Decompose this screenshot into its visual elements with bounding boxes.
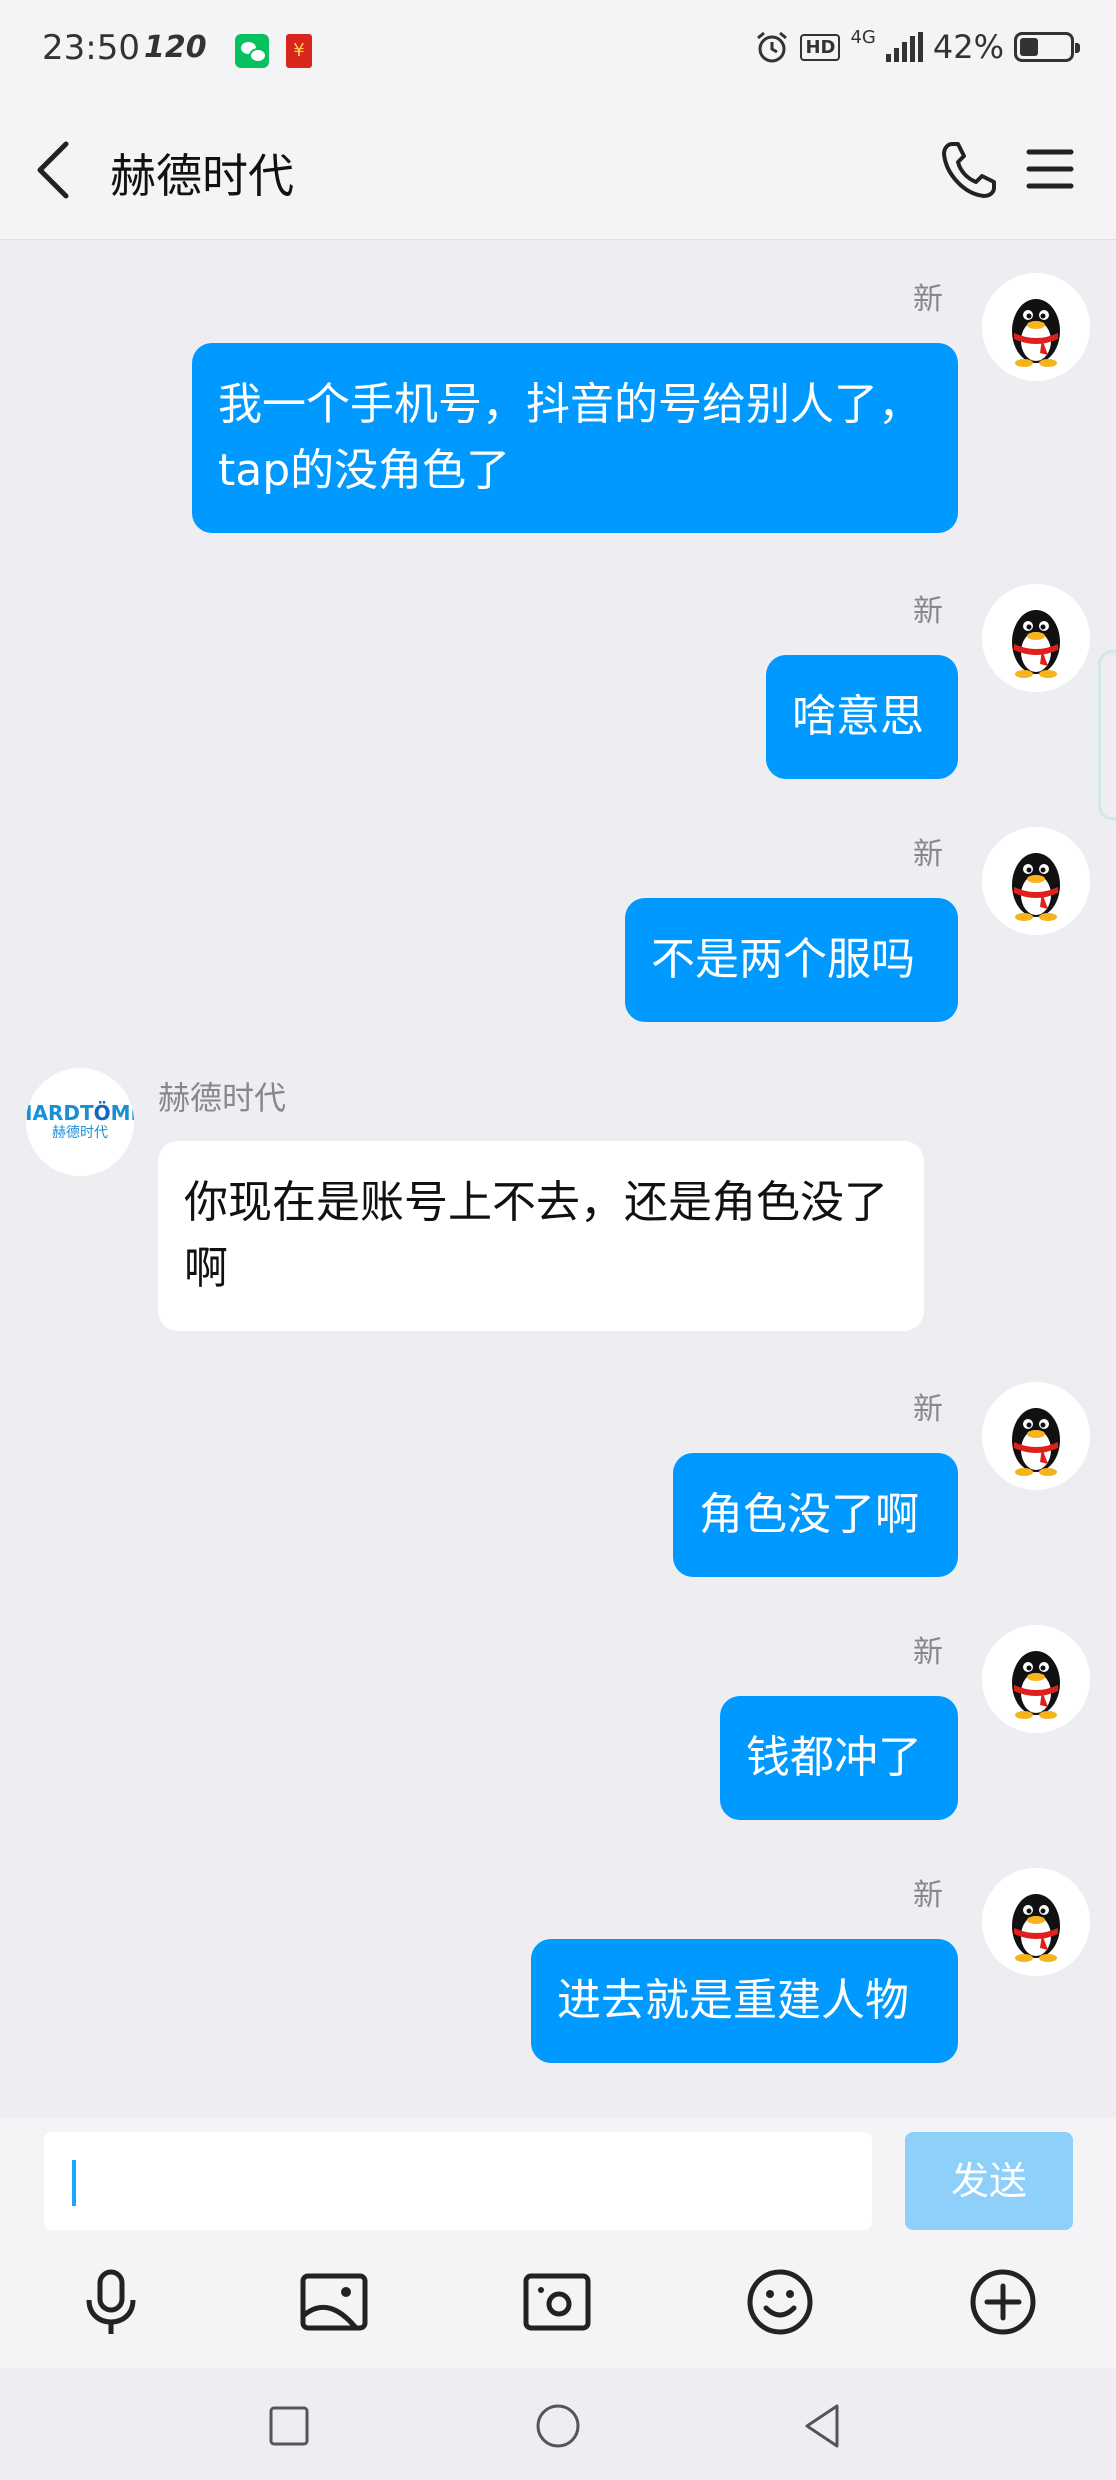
wechat-notification-icon (235, 34, 269, 68)
my-avatar[interactable] (982, 1625, 1090, 1733)
text-caret (72, 2160, 76, 2206)
penguin-avatar-icon (982, 827, 1090, 935)
new-tag: 新 (913, 1635, 943, 1670)
message-bubble-out[interactable]: 钱都冲了 (720, 1696, 958, 1820)
plus-icon[interactable] (967, 2266, 1039, 2338)
my-avatar[interactable] (982, 273, 1090, 381)
hardtime-logo-subtitle: 赫德时代 (52, 1125, 108, 1141)
message-bubble-out[interactable]: 进去就是重建人物 (531, 1939, 958, 2063)
battery-percent: 42% (932, 28, 1004, 66)
floating-side-handle[interactable] (1098, 650, 1116, 820)
penguin-avatar-icon (982, 1382, 1090, 1490)
message-composer: 发送 (0, 2118, 1116, 2368)
alarm-icon (757, 31, 788, 63)
sender-name: 赫德时代 (158, 1079, 287, 1117)
my-avatar[interactable] (982, 1868, 1090, 1976)
penguin-avatar-icon (982, 1625, 1090, 1733)
message-bubble-out[interactable]: 角色没了啊 (673, 1453, 958, 1577)
phone-call-icon[interactable] (938, 138, 998, 202)
new-tag: 新 (913, 282, 943, 317)
back-icon[interactable] (30, 138, 80, 202)
penguin-avatar-icon (982, 584, 1090, 692)
chat-title: 赫德时代 (110, 149, 294, 203)
camera-icon[interactable] (521, 2266, 593, 2338)
home-icon[interactable] (528, 2396, 588, 2456)
network-type: 4G (850, 26, 876, 48)
penguin-avatar-icon (982, 1868, 1090, 1976)
new-tag: 新 (913, 1392, 943, 1427)
chat-header: 赫德时代 (0, 100, 1116, 240)
status-time: 23:50 (42, 28, 140, 68)
new-tag: 新 (913, 1878, 943, 1913)
my-avatar[interactable] (982, 1382, 1090, 1490)
refresh-rate-indicator: 120 (144, 30, 207, 65)
contact-avatar[interactable]: HARDTÖME 赫德时代 (26, 1068, 134, 1176)
message-bubble-out[interactable]: 我一个手机号，抖音的号给别人了，tap的没角色了 (192, 343, 958, 533)
microphone-icon[interactable] (75, 2266, 147, 2338)
recents-icon[interactable] (259, 2396, 319, 2456)
new-tag: 新 (913, 594, 943, 629)
signal-icon (885, 32, 923, 62)
system-navigation-bar (0, 2368, 1116, 2480)
message-input[interactable] (44, 2132, 872, 2230)
my-avatar[interactable] (982, 584, 1090, 692)
emoji-icon[interactable] (744, 2266, 816, 2338)
battery-icon (1014, 32, 1080, 62)
image-icon[interactable] (298, 2266, 370, 2338)
message-bubble-in[interactable]: 你现在是账号上不去，还是角色没了啊 (158, 1141, 924, 1331)
message-bubble-out[interactable]: 不是两个服吗 (625, 898, 958, 1022)
status-icons: HD 4G 42% (754, 26, 1080, 66)
send-button[interactable]: 发送 (905, 2132, 1073, 2230)
red-packet-notification-icon: ¥ (286, 34, 312, 68)
my-avatar[interactable] (982, 827, 1090, 935)
status-bar: 23:50 120 ¥ HD 4G 42% (0, 0, 1116, 100)
hd-icon: HD (800, 33, 841, 61)
penguin-avatar-icon (982, 273, 1090, 381)
hardtime-logo: HARDTÖME (26, 1101, 134, 1125)
new-tag: 新 (913, 837, 943, 872)
back-nav-icon[interactable] (793, 2396, 853, 2456)
menu-icon[interactable] (1025, 144, 1075, 194)
message-bubble-out[interactable]: 啥意思 (766, 655, 958, 779)
